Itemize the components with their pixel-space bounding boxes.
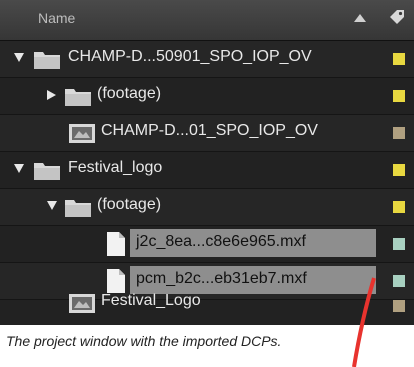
annotation-arrow xyxy=(352,277,376,367)
